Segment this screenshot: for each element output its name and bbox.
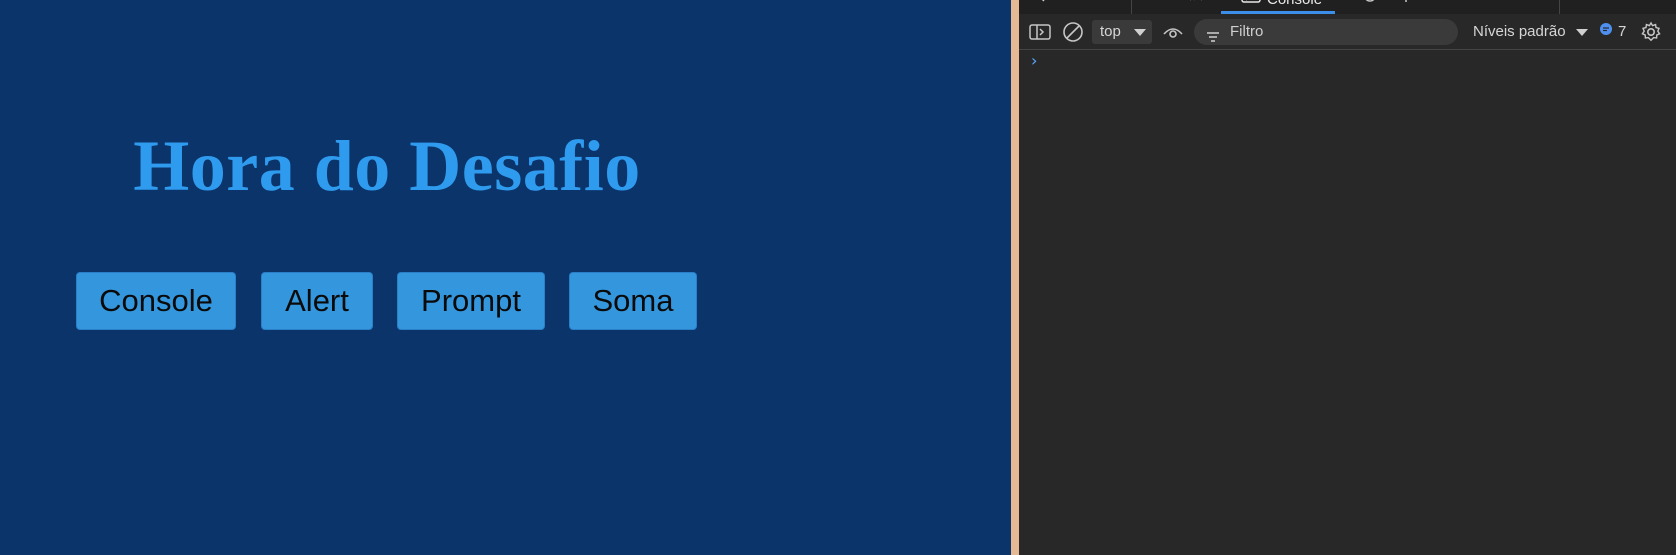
inspect-icon[interactable] <box>1027 0 1047 8</box>
soma-button[interactable]: Soma <box>569 272 697 330</box>
issues-count: 7 <box>1618 23 1627 40</box>
page-title: Hora do Desafio <box>133 126 641 206</box>
memory-icon[interactable] <box>1432 0 1452 8</box>
context-select-value: top <box>1100 23 1121 40</box>
console-button[interactable]: Console <box>76 272 236 330</box>
more-tabs-icon[interactable] <box>1465 0 1485 8</box>
levels-dropdown[interactable]: Níveis padrão <box>1473 20 1588 44</box>
chevron-down-icon <box>1575 28 1588 36</box>
sidebar-toggle-icon[interactable] <box>1028 20 1052 44</box>
console-input[interactable] <box>1049 52 1669 72</box>
elements-icon[interactable] <box>1147 0 1167 8</box>
levels-label: Níveis padrão <box>1473 23 1566 40</box>
filter-input[interactable]: Filtro <box>1194 19 1458 45</box>
device-toolbar-icon[interactable] <box>1063 0 1083 8</box>
devtools-splitter[interactable] <box>1011 0 1019 555</box>
console-toolbar: top Filtro Níveis padrão 7 <box>1019 14 1676 50</box>
sources-icon[interactable] <box>1185 0 1205 8</box>
filter-placeholder: Filtro <box>1230 23 1264 40</box>
performance-bug-icon[interactable] <box>1359 0 1379 8</box>
help-icon[interactable] <box>1604 0 1624 8</box>
devtools-panel: Console top <box>1019 0 1676 555</box>
settings-gear-icon[interactable] <box>1639 20 1663 44</box>
network-icon[interactable] <box>1396 0 1416 8</box>
clear-console-icon[interactable] <box>1061 20 1085 44</box>
tab-divider <box>1559 0 1560 14</box>
tab-divider <box>1131 0 1132 14</box>
close-icon[interactable] <box>1639 0 1659 8</box>
issues-chat-icon <box>1599 20 1613 44</box>
context-select[interactable]: top <box>1092 20 1152 44</box>
filter-icon <box>1206 26 1220 52</box>
console-prompt-caret[interactable]: › <box>1031 52 1037 70</box>
sidebar-toggle-icon[interactable] <box>1099 0 1119 8</box>
web-page: Hora do Desafio Console Alert Prompt Som… <box>0 0 1011 555</box>
prompt-button[interactable]: Prompt <box>397 272 545 330</box>
issues-counter[interactable]: 7 <box>1599 20 1626 44</box>
devtools-tab-bar: Console <box>1019 0 1676 15</box>
live-expression-eye-icon[interactable] <box>1161 20 1185 44</box>
chevron-down-icon <box>1134 29 1146 36</box>
alert-button[interactable]: Alert <box>261 272 373 330</box>
